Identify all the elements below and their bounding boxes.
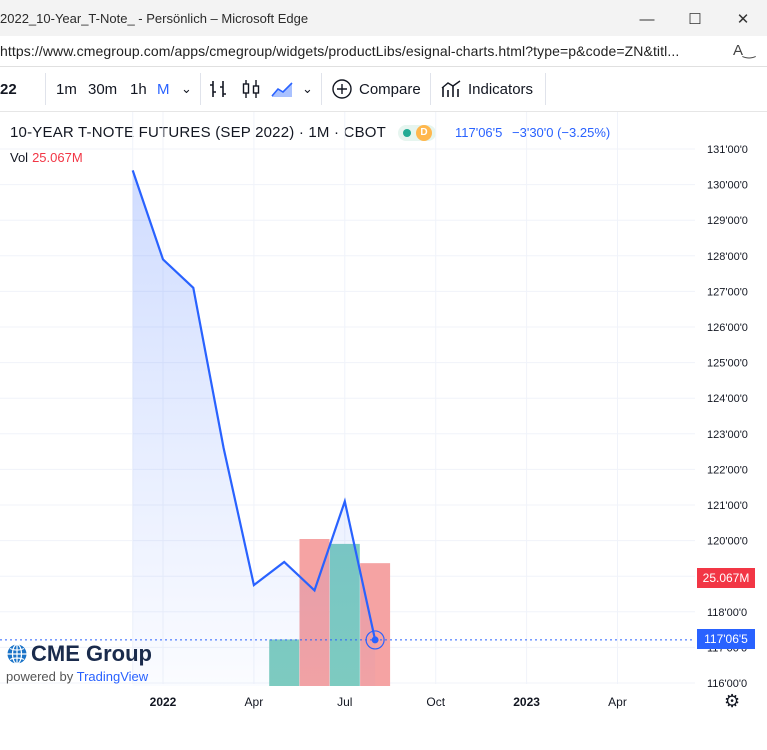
volume-axis-tag: 25.067M	[697, 568, 755, 588]
gear-icon[interactable]: ⚙	[724, 691, 740, 712]
time-tick-label: Apr	[245, 695, 264, 709]
cme-logo: CME Group	[6, 641, 152, 667]
price-chart[interactable]: 131'00'0 130'00'0 129'00'0 128'00'0 127'00'0…	[0, 112, 767, 718]
price-tick-label: 120'00'0	[707, 536, 748, 548]
toolbar-divider	[545, 73, 546, 105]
chart-toolbar: 22 1m 30m 1h M ⌄ ⌄ Compare Indicators	[0, 67, 767, 112]
price-tick-label: 122'00'0	[707, 464, 748, 476]
interval-1h[interactable]: 1h	[130, 67, 147, 111]
price-tick-label: 116'00'0	[707, 678, 747, 690]
price-tick-label: 130'00'0	[707, 180, 748, 192]
price-tick-label: 118'00'0	[707, 607, 747, 619]
minimize-icon[interactable]: —	[627, 6, 667, 32]
chevron-down-icon[interactable]: ⌄	[181, 67, 192, 111]
tradingview-link[interactable]: TradingView	[77, 669, 149, 684]
address-bar[interactable]: https://www.cmegroup.com/apps/cmegroup/w…	[0, 36, 767, 67]
plus-circle-icon	[332, 79, 352, 99]
interval-monthly[interactable]: M	[157, 67, 170, 111]
chevron-down-icon[interactable]: ⌄	[302, 67, 313, 111]
window-titlebar: 2022_10-Year_T-Note_ - Persönlich – Micr…	[0, 0, 767, 36]
maximize-icon[interactable]: ☐	[675, 6, 715, 32]
time-tick-label: Apr	[608, 695, 627, 709]
indicators-icon	[441, 80, 461, 97]
toolbar-divider	[45, 73, 46, 105]
price-tick-label: 131'00'0	[707, 144, 748, 156]
toolbar-divider	[321, 73, 322, 105]
interval-1m[interactable]: 1m	[56, 67, 77, 111]
window-title: 2022_10-Year_T-Note_ - Persönlich – Micr…	[0, 11, 309, 26]
area-chart-type-icon[interactable]	[270, 67, 294, 111]
price-tick-label: 127'00'0	[707, 286, 748, 298]
globe-icon	[7, 643, 27, 665]
price-tick-label: 121'00'0	[707, 500, 748, 512]
price-tick-label: 128'00'0	[707, 251, 748, 263]
candles-chart-type-icon[interactable]	[240, 67, 262, 111]
time-tick-label: Oct	[426, 695, 445, 709]
compare-button[interactable]: Compare	[331, 67, 421, 111]
time-tick-label: 2022	[150, 695, 177, 709]
interval-30m[interactable]: 30m	[88, 67, 117, 111]
toolbar-divider	[200, 73, 201, 105]
url-text[interactable]: https://www.cmegroup.com/apps/cmegroup/w…	[0, 43, 679, 59]
cme-watermark[interactable]: CME Group powered by TradingView	[6, 641, 152, 684]
price-tick-label: 126'00'0	[707, 322, 748, 334]
bar-chart-type-icon[interactable]	[208, 67, 230, 111]
toolbar-divider	[430, 73, 431, 105]
compare-label: Compare	[359, 80, 421, 98]
indicators-label: Indicators	[468, 80, 534, 98]
price-tick-label: 123'00'0	[707, 429, 748, 441]
price-tick-label: 129'00'0	[707, 215, 748, 227]
last-price-axis-tag: 117'06'5	[697, 629, 755, 649]
time-axis-labels: 2022 Apr Jul Oct 2023 Apr	[150, 695, 627, 709]
price-tick-label: 125'00'0	[707, 358, 748, 370]
cme-brand: CME Group	[31, 641, 152, 666]
read-aloud-icon[interactable]: A‿	[733, 41, 755, 59]
powered-by: powered by TradingView	[6, 669, 152, 684]
last-point	[371, 636, 379, 644]
powered-by-label: powered by	[6, 669, 74, 684]
close-icon[interactable]: ✕	[723, 6, 763, 32]
indicators-button[interactable]: Indicators	[440, 67, 533, 111]
time-tick-label: Jul	[337, 695, 352, 709]
price-tick-label: 124'00'0	[707, 393, 748, 405]
time-tick-label: 2023	[513, 695, 540, 709]
symbol-search[interactable]: 22	[0, 67, 17, 111]
price-axis-labels: 131'00'0 130'00'0 129'00'0 128'00'0 127'00'0…	[707, 144, 748, 690]
